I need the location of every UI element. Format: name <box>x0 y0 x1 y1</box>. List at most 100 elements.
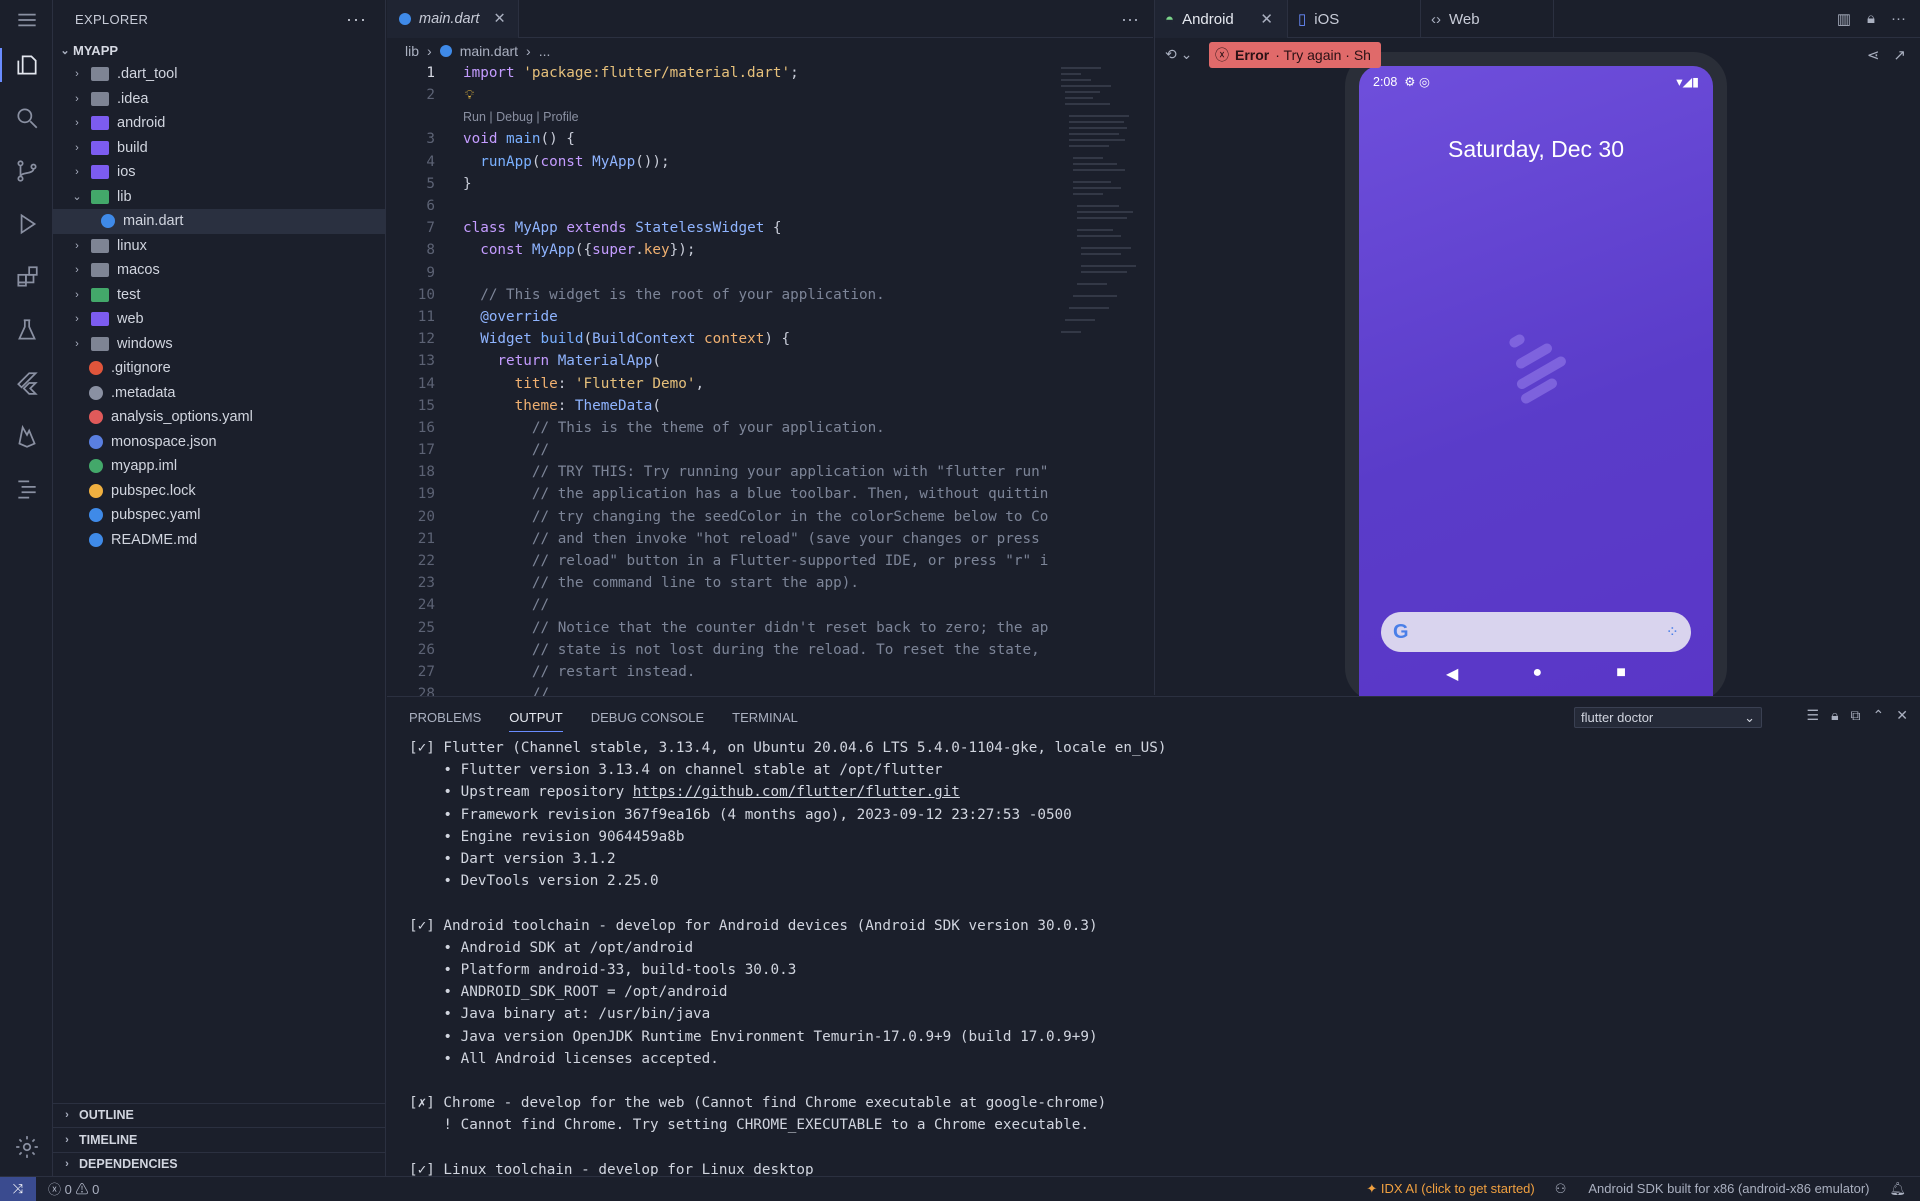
code-line[interactable]: 20 // try changing the seedColor in the … <box>387 506 1057 528</box>
clear-output-icon[interactable]: ☰ <box>1807 707 1820 724</box>
code-line[interactable]: 21 // and then invoke "hot reload" (save… <box>387 528 1057 550</box>
code-line[interactable]: 25 // Notice that the counter didn't res… <box>387 617 1057 639</box>
close-icon[interactable]: ✕ <box>493 11 505 27</box>
tree-item[interactable]: › web <box>53 307 385 332</box>
tab-main-dart[interactable]: main.dart ✕ <box>387 0 519 38</box>
problems-status[interactable]: ⓧ 0 ⚠ 0 <box>48 1179 99 1198</box>
more-actions-icon[interactable]: ··· <box>1891 10 1906 28</box>
menu-icon[interactable] <box>0 0 53 40</box>
tree-item[interactable]: › test <box>53 283 385 308</box>
code-line[interactable]: 12 Widget build(BuildContext context) { <box>387 328 1057 350</box>
lightbulb-icon[interactable]: 💡︎ <box>465 88 474 103</box>
settings-gear-icon[interactable] <box>0 1122 53 1172</box>
code-line[interactable]: 7 class MyApp extends StatelessWidget { <box>387 217 1057 239</box>
assistant-icon[interactable]: ⁘ <box>1666 622 1679 642</box>
section-dependencies[interactable]: › DEPENDENCIES <box>53 1151 385 1177</box>
code-line[interactable]: 19 // the application has a blue toolbar… <box>387 483 1057 505</box>
tree-item[interactable]: › .dart_tool <box>53 62 385 87</box>
tree-item[interactable]: analysis_options.yaml <box>53 405 385 430</box>
code-line[interactable]: 11 @override <box>387 306 1057 328</box>
tab-web[interactable]: ‹› Web <box>1421 0 1554 38</box>
source-control-icon[interactable] <box>0 146 53 196</box>
tree-item[interactable]: › android <box>53 111 385 136</box>
code-line[interactable]: 23 // the command line to start the app)… <box>387 572 1057 594</box>
recents-icon[interactable]: ■ <box>1616 664 1626 684</box>
outline-list-icon[interactable] <box>0 464 53 514</box>
tree-item[interactable]: › windows <box>53 332 385 357</box>
code-line[interactable]: 9 <box>387 262 1057 284</box>
code-line[interactable]: 22 // reload" button in a Flutter-suppor… <box>387 550 1057 572</box>
breadcrumb-file[interactable]: main.dart <box>460 43 518 59</box>
tree-item[interactable]: pubspec.lock <box>53 479 385 504</box>
tree-item[interactable]: ⌄ lib <box>53 185 385 210</box>
code-line[interactable]: 10 // This widget is the root of your ap… <box>387 284 1057 306</box>
tree-item[interactable]: pubspec.yaml <box>53 503 385 528</box>
idx-ai-status[interactable]: ✦ IDX AI (click to get started) <box>1366 1181 1534 1197</box>
code-line[interactable]: 17 // <box>387 439 1057 461</box>
code-line[interactable]: 16 // This is the theme of your applicat… <box>387 417 1057 439</box>
tab-problems[interactable]: PROBLEMS <box>409 710 481 725</box>
explorer-icon[interactable] <box>0 40 53 90</box>
code-line[interactable]: 13 return MaterialApp( <box>387 350 1057 372</box>
section-timeline[interactable]: › TIMELINE <box>53 1127 385 1152</box>
remote-icon[interactable]: ⤨ <box>0 1176 36 1201</box>
code-line[interactable]: 2 💡︎ <box>387 84 1057 106</box>
code-line[interactable]: 26 // state is not lost during the reloa… <box>387 639 1057 661</box>
back-icon[interactable]: ◀ <box>1446 664 1458 684</box>
tree-item[interactable]: README.md <box>53 528 385 553</box>
minimap[interactable] <box>1057 62 1137 342</box>
section-outline[interactable]: › OUTLINE <box>53 1102 385 1128</box>
bell-icon[interactable]: 🔔︎ <box>1889 1181 1906 1197</box>
output-log[interactable]: [✓] Flutter (Channel stable, 3.13.4, on … <box>409 737 1889 1181</box>
tree-item[interactable]: › ios <box>53 160 385 185</box>
split-editor-icon[interactable]: ▥ <box>1837 10 1851 28</box>
share-icon[interactable]: ⋖ <box>1867 46 1880 64</box>
tab-output[interactable]: OUTPUT <box>509 710 563 732</box>
code-line[interactable]: 15 theme: ThemeData( <box>387 395 1057 417</box>
code-line[interactable]: 8 const MyApp({super.key}); <box>387 239 1057 261</box>
error-action[interactable]: · Try again · Sh <box>1275 47 1371 63</box>
tree-item[interactable]: monospace.json <box>53 430 385 455</box>
copy-icon[interactable]: ⧉ <box>1851 707 1861 724</box>
tree-item[interactable]: .gitignore <box>53 356 385 381</box>
extensions-icon[interactable] <box>0 252 53 302</box>
tree-item[interactable]: myapp.iml <box>53 454 385 479</box>
more-actions-icon[interactable]: ··· <box>346 9 367 30</box>
code-line[interactable]: 27 // restart instead. <box>387 661 1057 683</box>
phone-screen[interactable]: 2:08 ⚙ ◎ ▾◢▮ Saturday, Dec 30 G ⁘ ◀ ● ■ <box>1359 66 1713 706</box>
search-icon[interactable] <box>0 93 53 143</box>
code-line[interactable]: 14 title: 'Flutter Demo', <box>387 372 1057 394</box>
tab-ios[interactable]: ▯ iOS <box>1288 0 1421 38</box>
code-line[interactable]: 5} <box>387 173 1057 195</box>
google-search-bar[interactable]: G ⁘ <box>1381 612 1691 652</box>
lock-scroll-icon[interactable]: 🔒︎ <box>1831 707 1838 724</box>
error-banner[interactable]: ⓧ Error · Try again · Sh <box>1209 42 1381 68</box>
codelens-run-debug[interactable]: Run | Debug | Profile <box>387 106 1057 128</box>
code-line[interactable]: 6 <box>387 195 1057 217</box>
feedback-icon[interactable]: ⚇ <box>1555 1181 1567 1197</box>
tree-item[interactable]: › .idea <box>53 87 385 112</box>
project-root[interactable]: ⌄ MYAPP <box>53 38 385 62</box>
firebase-icon[interactable] <box>0 411 53 461</box>
code-line[interactable]: 4 runApp(const MyApp()); <box>387 151 1057 173</box>
flutter-icon[interactable] <box>0 358 53 408</box>
breadcrumb-folder[interactable]: lib <box>405 43 419 59</box>
more-actions-icon[interactable]: ··· <box>1121 9 1139 30</box>
home-icon[interactable]: ● <box>1532 664 1542 684</box>
breadcrumb-more[interactable]: ... <box>539 43 551 59</box>
tree-item[interactable]: › build <box>53 136 385 161</box>
tree-item[interactable]: main.dart <box>53 209 385 234</box>
testing-icon[interactable] <box>0 305 53 355</box>
code-lines[interactable]: 1 import 'package:flutter/material.dart';… <box>387 62 1057 705</box>
tab-terminal[interactable]: TERMINAL <box>732 710 798 725</box>
run-debug-icon[interactable] <box>0 199 53 249</box>
lock-icon[interactable]: 🔒︎ <box>1867 10 1875 28</box>
rotate-device-icon[interactable]: ⟲ ⌄ <box>1165 46 1192 63</box>
code-line[interactable]: 1 import 'package:flutter/material.dart'; <box>387 62 1057 84</box>
open-external-icon[interactable]: ↗ <box>1893 46 1906 64</box>
code-line[interactable]: 18 // TRY THIS: Try running your applica… <box>387 461 1057 483</box>
code-line[interactable]: 24 // <box>387 594 1057 616</box>
tab-debug-console[interactable]: DEBUG CONSOLE <box>591 710 704 725</box>
repository-link[interactable]: https://github.com/flutter/flutter.git <box>633 784 960 800</box>
close-icon[interactable]: ✕ <box>1260 10 1273 28</box>
